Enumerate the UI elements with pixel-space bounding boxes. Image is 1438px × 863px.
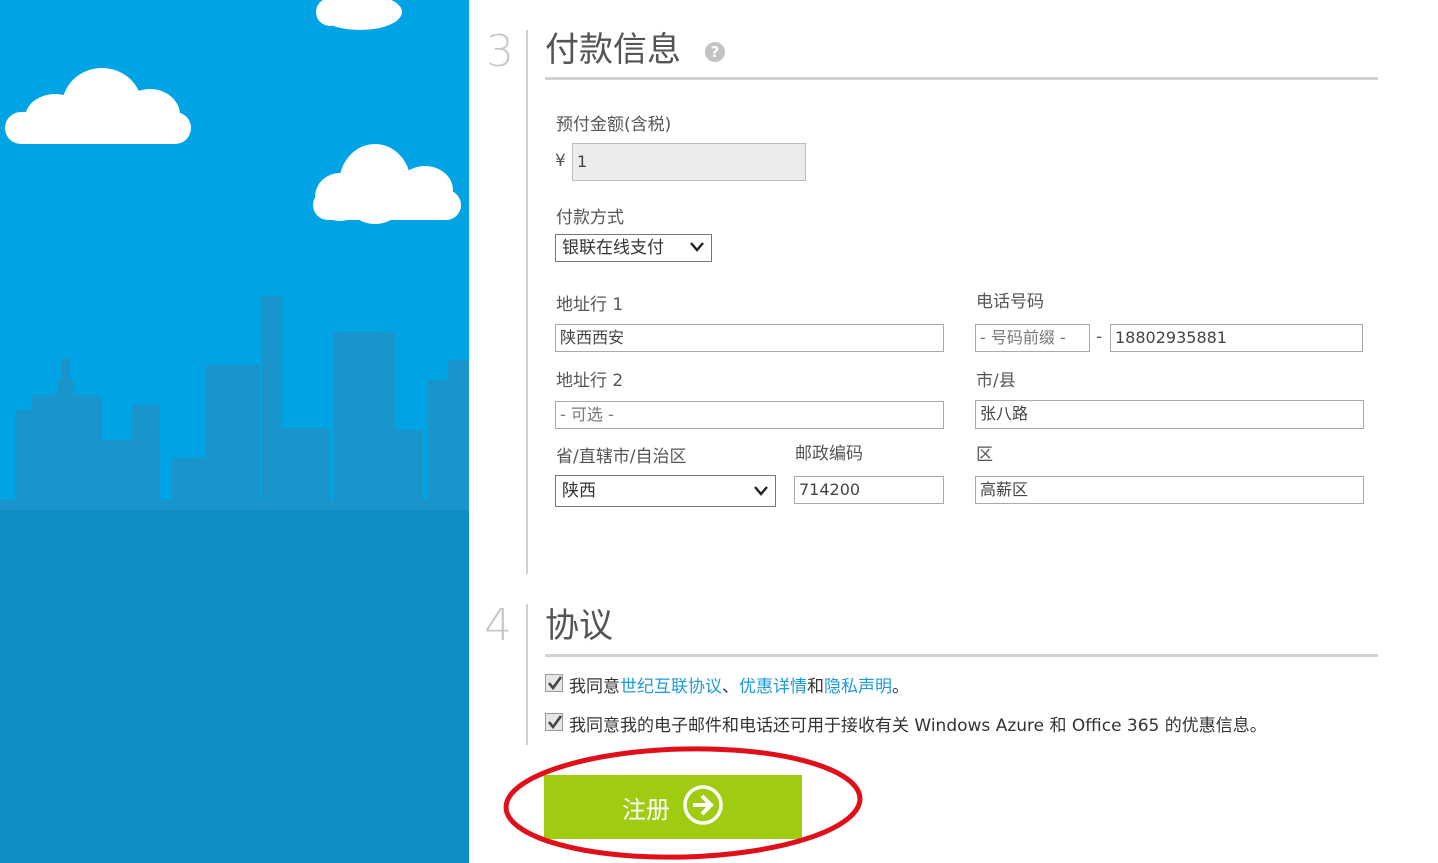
currency-symbol: ¥ xyxy=(555,151,566,171)
agree-terms-and: 和 xyxy=(807,677,824,697)
address2-label: 地址行 2 xyxy=(556,371,624,391)
register-button-label: 注册 xyxy=(622,796,670,824)
agree-terms-text: 我同意世纪互联协议、优惠详情和隐私声明。 xyxy=(569,672,909,697)
phone-label: 电话号码 xyxy=(976,292,1044,312)
payment-method-select[interactable]: 银联在线支付 xyxy=(555,234,712,262)
question-icon[interactable]: ? xyxy=(705,42,725,62)
address2-input[interactable]: - 可选 - xyxy=(555,401,944,429)
section4-rule xyxy=(545,654,1378,657)
postal-code-input[interactable]: 714200 xyxy=(794,476,944,504)
chevron-down-icon xyxy=(690,242,704,252)
offer-details-link[interactable]: 优惠详情 xyxy=(739,677,807,697)
section3-divider xyxy=(526,30,528,574)
phone-number-input[interactable]: 18802935881 xyxy=(1110,324,1363,352)
register-button[interactable]: 注册 xyxy=(544,775,802,839)
address1-input[interactable]: 陕西西安 xyxy=(555,324,944,352)
checkmark-icon xyxy=(547,676,563,691)
city-label: 市/县 xyxy=(976,371,1016,391)
prepay-amount-label: 预付金额(含税) xyxy=(556,115,672,135)
agree-terms-prefix: 我同意 xyxy=(569,677,620,697)
address1-label: 地址行 1 xyxy=(556,295,624,315)
phone-separator: - xyxy=(1096,327,1103,347)
phone-prefix-input[interactable]: - 号码前缀 - xyxy=(975,324,1090,352)
chevron-down-icon xyxy=(754,486,768,496)
privacy-statement-link[interactable]: 隐私声明 xyxy=(824,677,892,697)
payment-method-value: 银联在线支付 xyxy=(562,238,664,258)
district-label: 区 xyxy=(976,445,993,465)
step-number-3: 3 xyxy=(486,26,514,77)
prepay-amount-input: 1 xyxy=(572,143,806,181)
arrow-right-circle-icon xyxy=(683,785,723,825)
province-label: 省/直辖市/自治区 xyxy=(556,447,687,467)
postal-code-label: 邮政编码 xyxy=(795,444,863,464)
agree-offers-text: 我同意我的电子邮件和电话还可用于接收有关 Windows Azure 和 Off… xyxy=(569,716,1267,736)
section3-rule xyxy=(545,77,1378,80)
step-number-4: 4 xyxy=(484,600,512,651)
agree-terms-separator: 、 xyxy=(722,677,739,697)
section4-title: 协议 xyxy=(545,606,613,646)
city-input[interactable]: 张八路 xyxy=(975,400,1364,429)
agree-terms-end: 。 xyxy=(892,677,909,697)
section3-title: 付款信息 xyxy=(545,30,681,70)
sky-illustration xyxy=(0,0,469,863)
agree-offers-checkbox[interactable] xyxy=(545,713,563,731)
province-value: 陕西 xyxy=(562,481,596,501)
cloud-agreement-link[interactable]: 世纪互联协议 xyxy=(620,677,722,697)
agree-terms-checkbox[interactable] xyxy=(545,674,563,692)
checkmark-icon xyxy=(547,715,563,730)
payment-method-label: 付款方式 xyxy=(556,208,624,228)
province-select[interactable]: 陕西 xyxy=(555,475,776,507)
section4-divider xyxy=(526,604,528,745)
district-input[interactable]: 高薪区 xyxy=(975,476,1364,504)
